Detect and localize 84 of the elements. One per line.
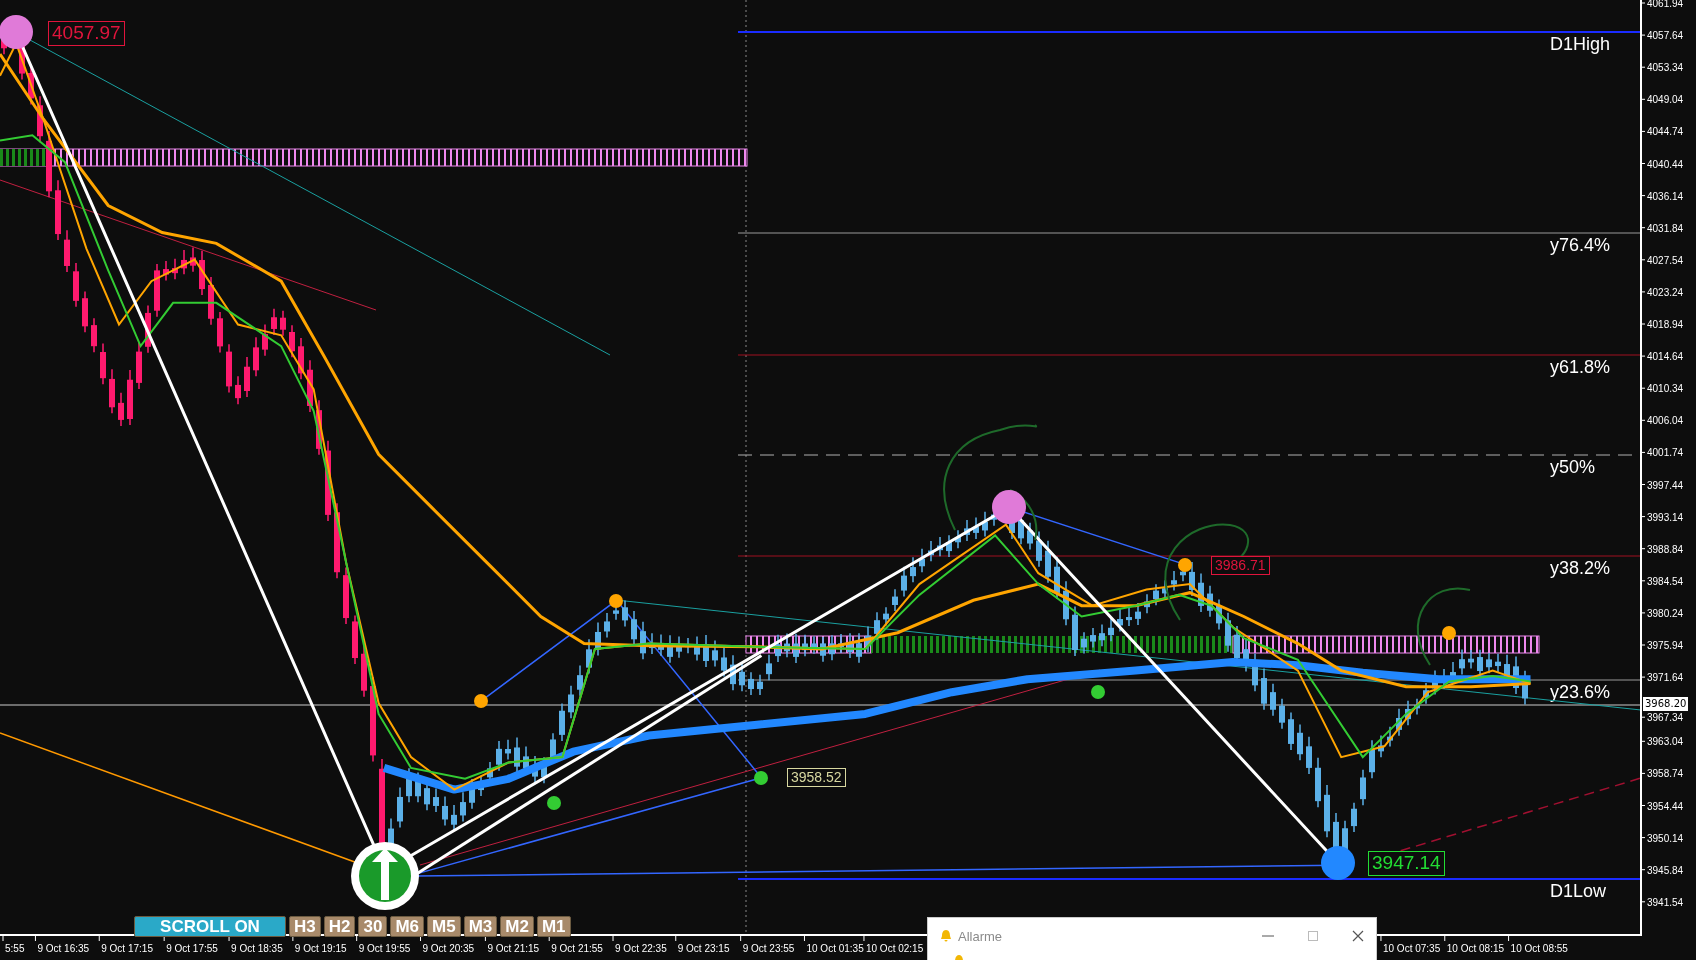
price-tick-label: 4049.04: [1647, 94, 1684, 106]
price-tick-label: 3984.54: [1647, 575, 1684, 587]
time-tick-label: 9 Oct 23:55: [742, 943, 795, 954]
level-label: D1High: [1550, 34, 1611, 54]
pivot-dot: [1442, 626, 1456, 640]
level-label: y76.4%: [1550, 235, 1611, 255]
price-tick-label: 4040.44: [1647, 158, 1684, 170]
price-tick-label: 3950.14: [1647, 832, 1684, 844]
price-tick-label: 4014.64: [1647, 351, 1684, 363]
price-tick-label: 3954.44: [1647, 800, 1684, 812]
price-tick-label: 4006.04: [1647, 415, 1684, 427]
time-tick-label: 9 Oct 16:35: [37, 943, 90, 954]
logo-icon: [351, 842, 419, 910]
price-tick-label: 3945.84: [1647, 864, 1684, 876]
timeframe-button[interactable]: M3: [463, 916, 498, 937]
price-tick-label: 4001.74: [1647, 447, 1684, 459]
time-tick-label: 9 Oct 20:35: [422, 943, 475, 954]
price-label: 4057.97: [48, 21, 125, 46]
time-tick-label: 10 Oct 02:15: [865, 943, 924, 954]
price-label: 3986.71: [1211, 556, 1270, 575]
time-tick-label: 5:55: [5, 943, 25, 954]
pivot-dot: [754, 771, 768, 785]
price-tick-label: 3980.24: [1647, 607, 1684, 619]
price-tick-label: 4027.54: [1647, 254, 1684, 266]
level-label: y23.6%: [1550, 682, 1611, 702]
price-tick-label: 4018.94: [1647, 319, 1684, 330]
swing-marker: [1321, 846, 1355, 880]
level-label: y38.2%: [1550, 558, 1611, 578]
timeframe-button[interactable]: H2: [323, 916, 356, 937]
swing-marker: [0, 15, 33, 49]
price-label: 3947.14: [1368, 851, 1445, 876]
pivot-dot: [609, 594, 623, 608]
bell-icon: [940, 929, 952, 943]
price-tick-label: 4036.14: [1647, 190, 1684, 202]
price-tick-label: 3988.84: [1647, 543, 1684, 555]
time-tick-label: 9 Oct 22:35: [615, 943, 667, 954]
time-tick-label: 9 Oct 21:55: [551, 943, 603, 954]
price-tick-label: 3993.14: [1647, 511, 1684, 523]
price-tick-label: 3967.34: [1647, 712, 1684, 724]
price-tick-label: 4061.94: [1647, 0, 1684, 9]
time-tick-label: 10 Oct 08:15: [1446, 943, 1505, 954]
timeframe-button[interactable]: H3: [289, 916, 321, 937]
price-label: 3958.52: [787, 768, 846, 787]
timeframe-button[interactable]: M5: [427, 916, 461, 937]
bell-icon: [953, 955, 965, 960]
pivot-dot: [1091, 685, 1105, 699]
time-tick-label: 9 Oct 21:15: [487, 943, 540, 954]
pivot-dot: [474, 694, 488, 708]
price-tick-label: 3963.04: [1647, 736, 1684, 748]
current-price-label: 3968.20: [1643, 697, 1689, 711]
time-tick-label: 9 Oct 19:15: [294, 943, 347, 954]
timeframe-button[interactable]: M2: [500, 916, 534, 937]
timeframe-button[interactable]: M1: [536, 916, 571, 937]
price-tick-label: 3958.74: [1647, 768, 1684, 780]
time-tick-label: 9 Oct 19:55: [358, 943, 411, 954]
timeframe-button[interactable]: 30: [358, 916, 388, 937]
maximize-icon[interactable]: [1308, 931, 1318, 941]
price-tick-label: 3941.54: [1647, 896, 1684, 908]
price-tick-label: 4053.34: [1647, 62, 1684, 74]
time-tick-label: 9 Oct 17:15: [101, 943, 153, 954]
time-tick-label: 10 Oct 08:55: [1510, 943, 1568, 954]
time-tick-label: 9 Oct 17:55: [166, 943, 218, 954]
close-icon[interactable]: [1352, 930, 1364, 942]
price-tick-label: 4057.64: [1647, 30, 1684, 42]
price-tick-label: 3971.64: [1647, 672, 1684, 684]
price-tick-label: 4044.74: [1647, 126, 1684, 138]
price-tick-label: 4031.84: [1647, 222, 1684, 234]
timeframe-button[interactable]: M6: [390, 916, 424, 937]
window-title: Allarme: [958, 928, 1003, 944]
time-tick-label: 9 Oct 18:35: [231, 943, 283, 954]
price-tick-label: 3975.94: [1647, 640, 1684, 651]
timeframe-button[interactable]: SCROLL ON: [134, 916, 286, 937]
price-tick-label: 4010.34: [1647, 383, 1684, 395]
time-tick-label: 10 Oct 07:35: [1382, 943, 1441, 954]
pivot-dot: [1178, 558, 1192, 572]
price-tick-label: 4023.24: [1647, 286, 1684, 298]
level-label: D1Low: [1550, 881, 1607, 901]
level-label: y61.8%: [1550, 357, 1611, 377]
price-tick-label: 3997.44: [1647, 479, 1684, 491]
level-label: y50%: [1550, 457, 1596, 477]
time-tick-label: 10 Oct 01:35: [806, 943, 864, 954]
swing-marker: [992, 490, 1026, 524]
time-tick-label: 9 Oct 23:15: [677, 943, 730, 954]
pivot-dot: [547, 796, 561, 810]
